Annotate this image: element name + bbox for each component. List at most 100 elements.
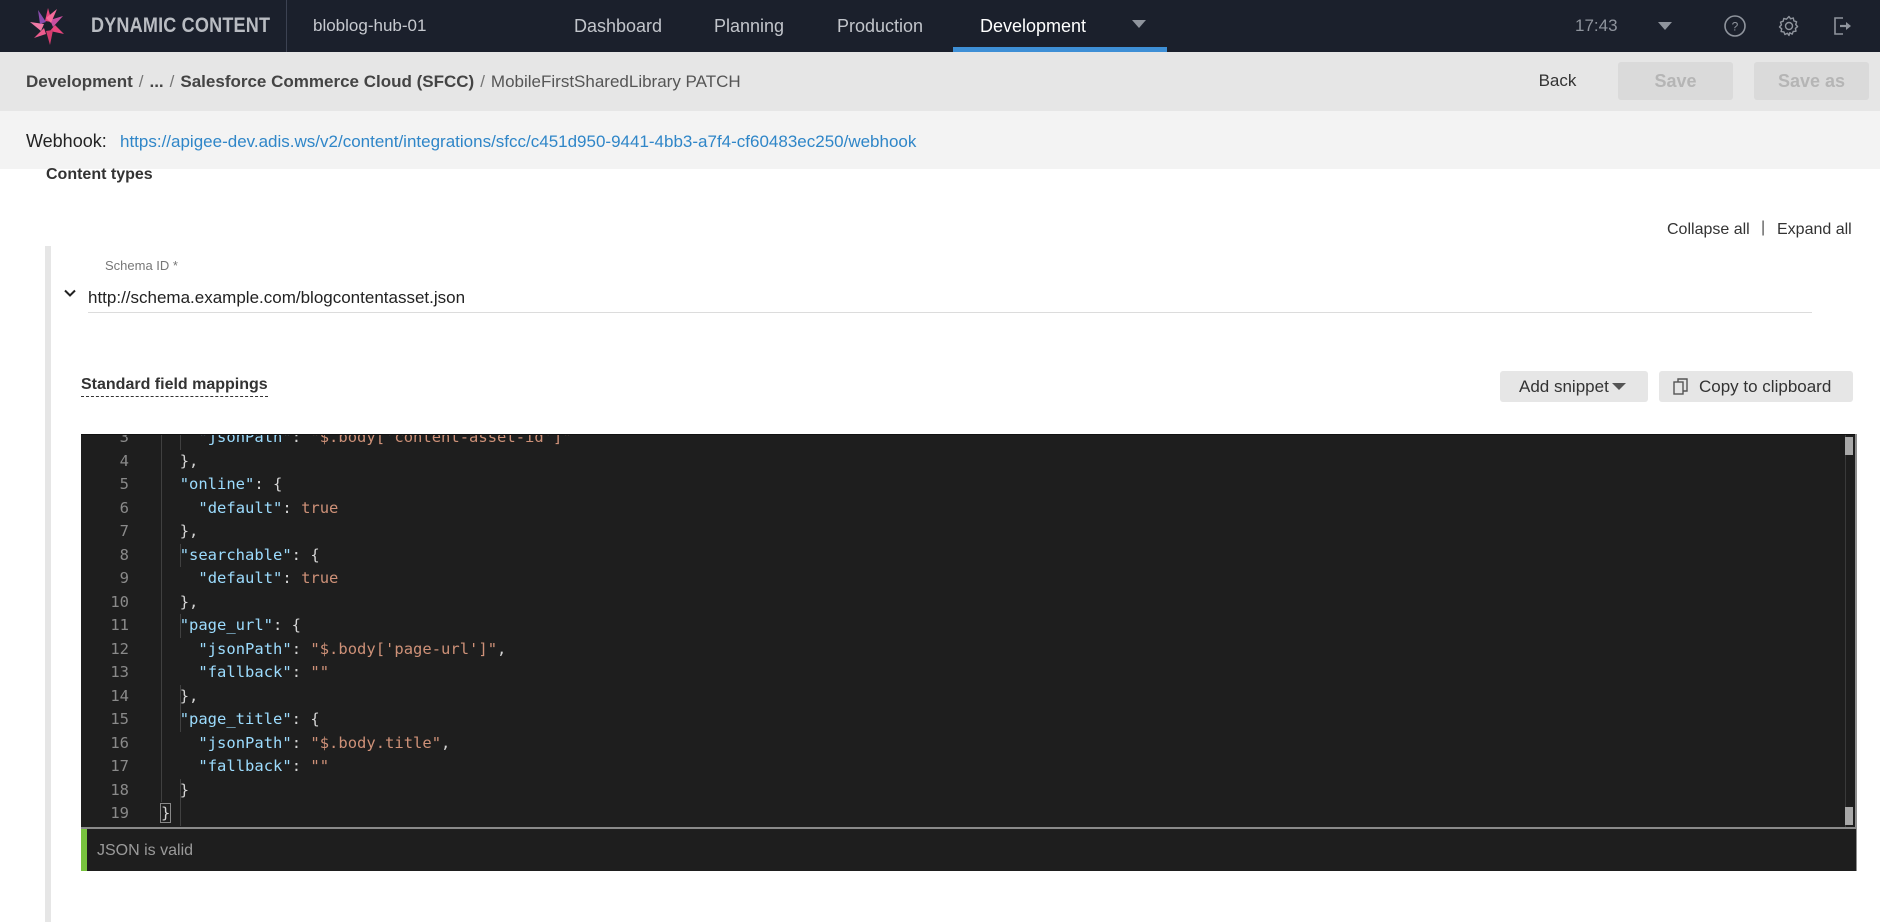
settings-gear-icon[interactable] (1777, 14, 1801, 38)
indent-guide (161, 435, 162, 802)
line-number: 16 (110, 733, 129, 752)
code-token: "default" (198, 498, 283, 517)
line-number: 17 (110, 757, 129, 775)
code-token: "jsonPath" (198, 434, 292, 446)
code-line[interactable]: 18} (81, 779, 1841, 803)
code-line[interactable]: 5 "online": { (81, 473, 1841, 497)
indent-guide (179, 684, 181, 732)
editor-border (1855, 434, 1857, 871)
breadcrumb-development[interactable]: Development (26, 72, 133, 91)
brand-name: DYNAMIC CONTENT (91, 14, 271, 37)
code-line[interactable]: 14}, (81, 685, 1841, 709)
nav-more-dropdown-icon[interactable] (1132, 20, 1146, 28)
hub-divider (286, 0, 287, 52)
collapse-all-link[interactable]: Collapse all (1667, 221, 1750, 239)
line-number: 18 (110, 780, 129, 799)
code-token: "" (310, 663, 330, 681)
code-line[interactable]: 19} (81, 802, 1841, 826)
webhook-bar: Webhook: https://apigee-dev.adis.ws/v2/c… (0, 111, 1880, 169)
nav-tab-planning[interactable]: Planning (714, 16, 784, 37)
code-line[interactable]: 12 "jsonPath": "$.body['page-url']", (81, 638, 1841, 662)
schema-id-input[interactable] (88, 283, 1812, 313)
code-line[interactable]: 6 "default": true (81, 497, 1841, 521)
code-line[interactable]: 3 "jsonPath": "$.body['content-asset-id']… (81, 434, 1841, 450)
content-type-rail (45, 246, 51, 922)
code-text: "jsonPath": "$.body['page-url']", (198, 638, 506, 662)
code-token: "jsonPath" (198, 733, 292, 752)
help-icon[interactable]: ? (1723, 14, 1747, 38)
dynamic-content-logo-icon[interactable] (28, 6, 68, 46)
breadcrumb-sfcc[interactable]: Salesforce Commerce Cloud (SFCC) (180, 72, 474, 91)
code-line[interactable]: 8 "searchable": { (81, 544, 1841, 568)
code-token: "page_title" (179, 710, 292, 728)
code-token: "searchable" (179, 545, 292, 564)
code-token: : (291, 733, 311, 752)
code-token: }, (179, 451, 199, 470)
breadcrumb-current: MobileFirstSharedLibrary PATCH (490, 72, 741, 91)
top-nav-bar: DYNAMIC CONTENT bloblog-hub-01 Dashboard… (0, 0, 1880, 52)
editor-scrollbar-thumb-bottom[interactable] (1845, 807, 1853, 825)
code-text: }, (180, 591, 199, 615)
link-divider: | (1761, 219, 1766, 236)
line-number: 7 (119, 522, 129, 540)
json-validation-status: JSON is valid (81, 827, 1856, 871)
code-text: "default": true (198, 567, 338, 591)
breadcrumb-separator: / (480, 72, 485, 91)
code-text: } (180, 779, 189, 803)
code-token: "fallback" (198, 757, 292, 775)
code-token: , (441, 733, 451, 752)
code-line[interactable]: 11 "page_url": { (81, 614, 1841, 638)
logout-icon[interactable] (1830, 14, 1854, 38)
code-token: : (291, 434, 311, 446)
back-button[interactable]: Back (1520, 62, 1595, 100)
caret-down-icon (1612, 383, 1626, 390)
code-line[interactable]: 16 "jsonPath": "$.body.title", (81, 732, 1841, 756)
nav-tab-production[interactable]: Production (837, 16, 923, 37)
chevron-down-icon[interactable] (62, 285, 78, 301)
json-status-text: JSON is valid (97, 842, 194, 859)
breadcrumb-ellipsis[interactable]: ... (149, 72, 163, 91)
code-token: }, (179, 592, 199, 611)
code-token: "jsonPath" (198, 639, 292, 658)
code-line[interactable]: 17 "fallback": "" (81, 755, 1841, 779)
code-line[interactable]: 10}, (81, 591, 1841, 615)
code-text: "fallback": "" (198, 661, 329, 685)
editor-scrollbar-thumb[interactable] (1845, 437, 1853, 455)
indent-guide (179, 614, 181, 638)
nav-tab-dashboard[interactable]: Dashboard (574, 16, 662, 37)
code-token: : { (273, 616, 302, 634)
line-number: 19 (110, 804, 129, 822)
code-line[interactable]: 9 "default": true (81, 567, 1841, 591)
breadcrumb: Development /... / Salesforce Commerce Clou… (26, 72, 741, 92)
line-number: 12 (110, 639, 129, 658)
save-as-button[interactable]: Save as (1754, 62, 1869, 100)
code-line[interactable]: 15 "page_title": { (81, 708, 1841, 732)
code-token: }, (179, 522, 199, 540)
indent-guide (179, 778, 181, 826)
copy-to-clipboard-button[interactable]: Copy to clipboard (1659, 371, 1853, 402)
time-dropdown-icon[interactable] (1658, 22, 1672, 30)
line-number: 5 (119, 475, 129, 493)
standard-field-mappings-title[interactable]: Standard field mappings (81, 376, 268, 397)
code-line[interactable]: 7}, (81, 520, 1841, 544)
code-text: "default": true (198, 497, 338, 521)
code-token: , (497, 639, 507, 658)
expand-all-link[interactable]: Expand all (1777, 221, 1852, 239)
code-line[interactable]: 13 "fallback": "" (81, 661, 1841, 685)
code-text: }, (180, 685, 199, 709)
code-text: "searchable": { (180, 544, 320, 568)
add-snippet-button[interactable]: Add snippet (1500, 371, 1648, 402)
hub-selector[interactable]: bloblog-hub-01 (313, 16, 426, 36)
json-code-editor[interactable]: 3 "jsonPath": "$.body['content-asset-id']… (81, 434, 1856, 827)
code-text: }, (180, 450, 199, 474)
save-button[interactable]: Save (1618, 62, 1733, 100)
editor-scrollbar-track[interactable] (1845, 435, 1846, 827)
copy-to-clipboard-label: Copy to clipboard (1699, 377, 1832, 396)
nav-tab-development[interactable]: Development (980, 16, 1086, 37)
code-line[interactable]: 4}, (81, 450, 1841, 474)
code-token: "default" (198, 569, 283, 587)
code-token: "$.body['content-asset-id']" (310, 434, 572, 446)
webhook-url-link[interactable]: https://apigee-dev.adis.ws/v2/content/in… (120, 132, 916, 152)
code-text: "online": { (180, 473, 283, 497)
indent-guide (179, 543, 181, 567)
